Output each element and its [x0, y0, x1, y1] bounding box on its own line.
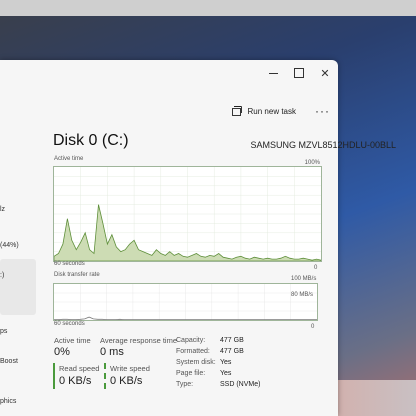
detail-formatted-label: Formatted:: [176, 348, 210, 355]
stat-write-speed-label: Write speed: [110, 364, 150, 373]
maximize-button[interactable]: [292, 66, 306, 80]
sidebar-item-1[interactable]: lz: [0, 206, 5, 213]
stat-read-speed-value: 0 KB/s: [59, 375, 92, 387]
detail-capacity-value: 477 GB: [220, 337, 244, 344]
sidebar-item-memory-percent[interactable]: (44%): [0, 242, 19, 249]
disk-title: Disk 0 (C:): [53, 132, 129, 149]
stat-avg-response-label: Average response time: [100, 336, 177, 345]
maximize-icon: [294, 68, 304, 78]
minimize-icon: [268, 72, 278, 74]
sidebar: lz (44%) :) ps Boost phics: [0, 124, 42, 416]
transfer-rate-chart: [53, 283, 318, 321]
stat-avg-response-value: 0 ms: [100, 346, 124, 358]
close-button[interactable]: ✕: [318, 66, 332, 80]
transfer-min-label: 0: [311, 324, 315, 330]
more-options-button[interactable]: ···: [315, 104, 330, 118]
sidebar-item-disk[interactable]: :): [0, 272, 4, 279]
disk-model: SAMSUNG MZVL8512HDLU-00BLL: [250, 140, 396, 150]
run-task-icon: [231, 106, 242, 116]
active-time-plot: [53, 167, 322, 262]
run-new-task-label: Run new task: [247, 106, 296, 116]
run-new-task-button[interactable]: Run new task: [231, 106, 296, 116]
transfer-mid-label: 80 MB/s: [291, 292, 314, 298]
transfer-chart-label: Disk transfer rate: [54, 272, 100, 278]
transfer-max-label: 100 MB/s: [291, 276, 317, 282]
close-icon: ✕: [320, 67, 330, 80]
detail-formatted-value: 477 GB: [220, 348, 244, 355]
detail-system-disk-value: Yes: [220, 359, 232, 366]
detail-page-file-label: Page file:: [176, 370, 206, 377]
detail-capacity-label: Capacity:: [176, 337, 206, 344]
read-speed-indicator: [53, 363, 55, 389]
minimize-button[interactable]: [266, 66, 280, 80]
window-controls: ✕: [266, 66, 332, 80]
detail-type-value: SSD (NVMe): [220, 381, 261, 388]
stat-active-time-label: Active time: [54, 336, 91, 345]
transfer-rate-plot: [54, 284, 317, 320]
write-speed-indicator: [104, 363, 106, 389]
stat-write-speed-value: 0 KB/s: [110, 375, 143, 387]
stat-read-speed-label: Read speed: [59, 364, 100, 373]
screen-bezel: [0, 0, 416, 16]
active-time-x-label: 60 seconds: [54, 261, 85, 267]
stat-active-time-value: 0%: [54, 346, 70, 358]
sidebar-item-graphics[interactable]: phics: [0, 398, 16, 405]
sidebar-item-boost[interactable]: Boost: [0, 358, 18, 365]
detail-page-file-value: Yes: [220, 370, 232, 377]
transfer-x-label: 60 seconds: [54, 321, 85, 327]
sidebar-selected-highlight: [0, 259, 36, 315]
sidebar-item-4[interactable]: ps: [0, 328, 7, 335]
toolbar: Run new task ···: [0, 104, 338, 124]
active-time-chart-label: Active time: [54, 156, 84, 162]
detail-system-disk-label: System disk:: [176, 359, 216, 366]
detail-type-label: Type:: [176, 381, 194, 388]
active-time-chart: [53, 166, 322, 262]
active-time-min-label: 0: [314, 265, 318, 271]
